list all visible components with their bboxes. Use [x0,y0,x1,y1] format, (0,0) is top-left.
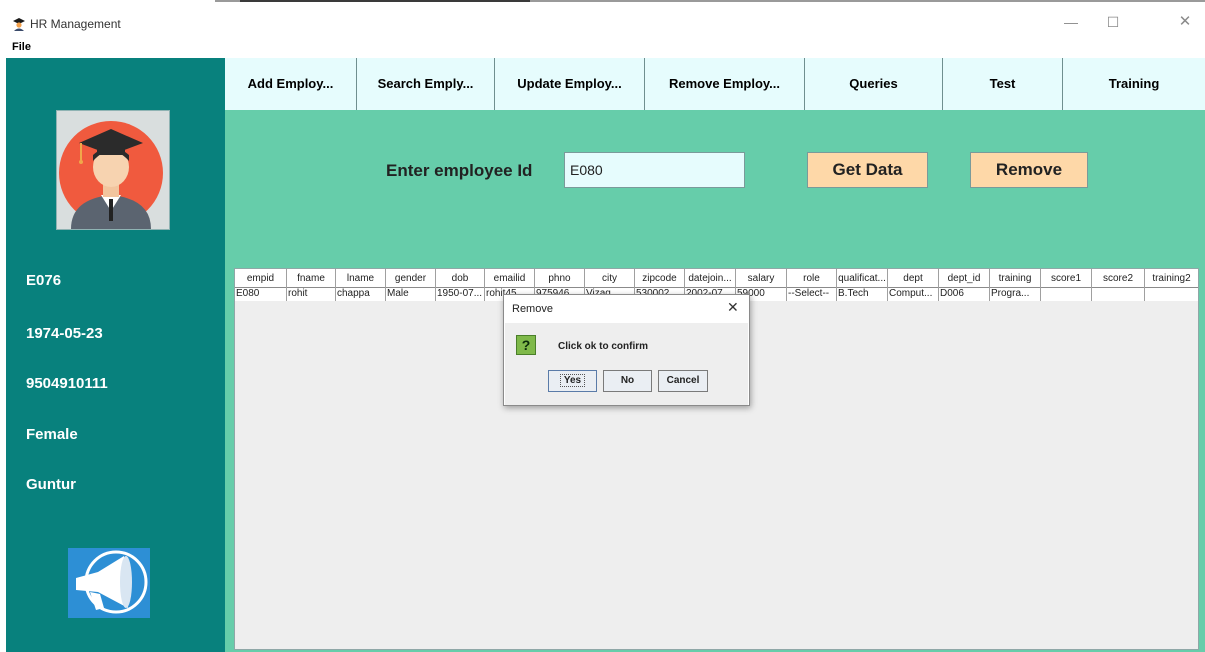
column-header[interactable]: datejoin... [685,269,736,288]
menu-bar: File [0,38,1205,58]
table-cell[interactable] [1092,288,1145,301]
column-header[interactable]: phno [535,269,585,288]
table-cell[interactable]: Comput... [888,288,939,301]
column-header[interactable]: salary [736,269,787,288]
column-header[interactable]: emailid [485,269,535,288]
table-cell[interactable]: 1950-07... [436,288,485,301]
sidebar-dob: 1974-05-23 [26,325,103,342]
avatar [56,110,170,230]
column-header[interactable]: training2 [1145,269,1198,288]
table-cell[interactable]: B.Tech [837,288,888,301]
column-header[interactable]: qualificat... [837,269,888,288]
maximize-button[interactable]: ☐ [1098,12,1128,32]
column-header[interactable]: zipcode [635,269,685,288]
table-cell[interactable] [1041,288,1092,301]
close-window-button[interactable]: ✕ [1170,12,1200,32]
table-cell[interactable]: D006 [939,288,990,301]
table-cell[interactable]: rohit [287,288,336,301]
dialog-message: Click ok to confirm [558,341,649,352]
column-header[interactable]: city [585,269,635,288]
table-cell[interactable]: chappa [336,288,386,301]
column-header[interactable]: lname [336,269,386,288]
app-icon [13,18,25,31]
tab-queries[interactable]: Queries [805,58,943,110]
title-divider-dark [240,0,530,2]
nav-tabs: Add Employ... Search Emply... Update Emp… [225,58,1205,110]
sidebar: E076 1974-05-23 9504910111 Female Guntur [6,58,225,652]
cancel-button[interactable]: Cancel [658,370,708,392]
column-header[interactable]: dept_id [939,269,990,288]
table-cell[interactable]: Male [386,288,436,301]
tab-update-employee[interactable]: Update Employ... [495,58,645,110]
column-header[interactable]: dob [436,269,485,288]
column-header[interactable]: score2 [1092,269,1145,288]
remove-button[interactable]: Remove [970,152,1088,188]
sidebar-city: Guntur [26,476,76,493]
tab-add-employee[interactable]: Add Employ... [225,58,357,110]
table-header: empid fname lname gender dob emailid phn… [235,269,1198,288]
table-cell[interactable]: --Select-- [787,288,837,301]
question-icon: ? [516,335,536,355]
column-header[interactable]: dept [888,269,939,288]
no-button[interactable]: No [603,370,652,392]
title-bar[interactable]: HR Management — ☐ ✕ [0,0,1205,38]
tab-remove-employee[interactable]: Remove Employ... [645,58,805,110]
table-cell[interactable]: Progra... [990,288,1041,301]
graduate-avatar-icon [59,121,163,229]
confirm-dialog[interactable]: Remove ✕ ? Click ok to confirm Yes No Ca… [503,294,750,406]
column-header[interactable]: fname [287,269,336,288]
window-title: HR Management [30,17,121,31]
employee-id-label: Enter employee Id [386,161,533,180]
sidebar-phone: 9504910111 [26,375,108,392]
dialog-body: ? Click ok to confirm Yes No Cancel [505,323,748,405]
get-data-button[interactable]: Get Data [807,152,928,188]
tab-training[interactable]: Training [1063,58,1205,110]
tab-search-employee[interactable]: Search Emply... [357,58,495,110]
column-header[interactable]: empid [235,269,287,288]
yes-button-label: Yes [559,374,586,387]
sidebar-employee-id: E076 [26,272,62,289]
menu-file[interactable]: File [12,41,31,53]
tab-test[interactable]: Test [943,58,1063,110]
minimize-button[interactable]: — [1056,12,1086,32]
table-cell[interactable]: E080 [235,288,287,301]
app-window: HR Management — ☐ ✕ File E076 1974-05-23… [0,0,1205,652]
employee-id-input[interactable]: E080 [564,152,745,188]
table-cell[interactable] [1145,288,1198,301]
column-header[interactable]: score1 [1041,269,1092,288]
sidebar-gender: Female [26,426,78,443]
dialog-close-icon[interactable]: ✕ [727,299,739,316]
dialog-title: Remove [512,303,553,315]
column-header[interactable]: role [787,269,837,288]
yes-button[interactable]: Yes [548,370,597,392]
column-header[interactable]: gender [386,269,436,288]
megaphone-icon[interactable] [68,548,150,618]
column-header[interactable]: training [990,269,1041,288]
